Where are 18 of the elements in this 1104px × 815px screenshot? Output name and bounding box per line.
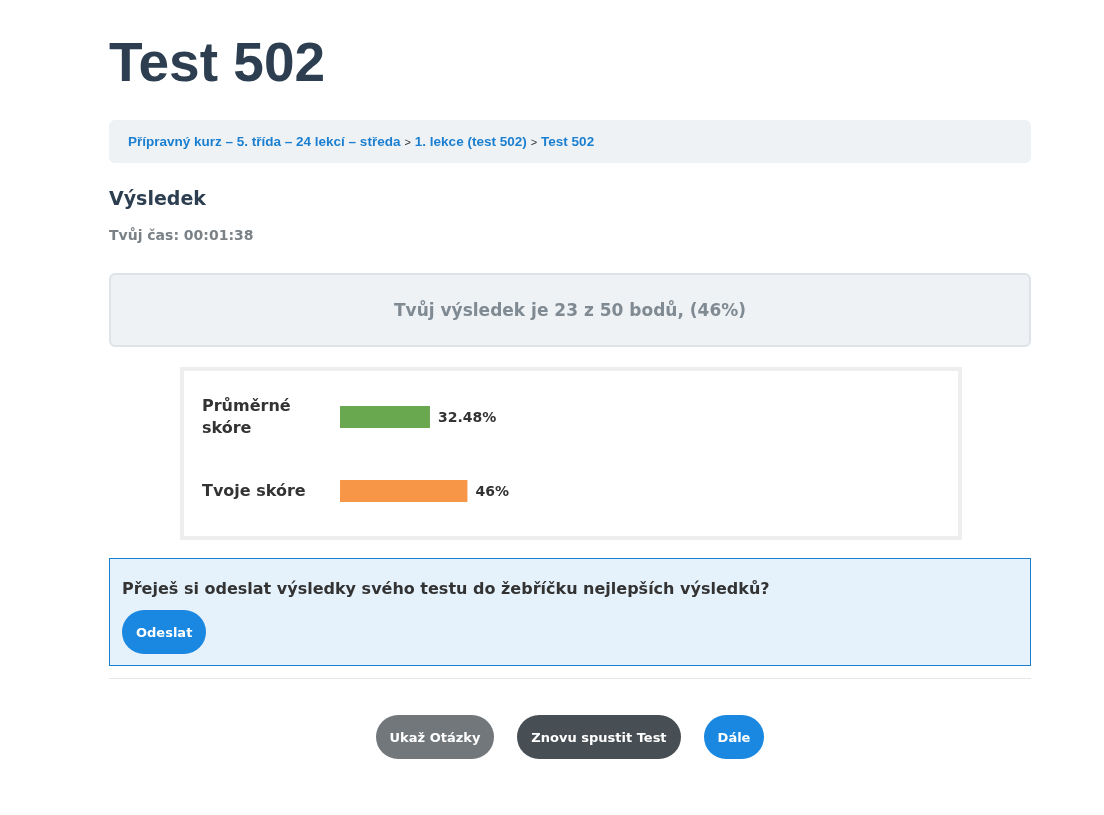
action-button[interactable]: Ukaž Otázky: [375, 715, 495, 759]
action-button[interactable]: Dále: [703, 715, 765, 759]
bar-label: Průměrné skóre: [202, 394, 292, 439]
bar-value: 32.48%: [437, 408, 497, 425]
breadcrumb-separator: >: [404, 135, 411, 148]
bar-value: 46%: [475, 482, 509, 499]
breadcrumb-link[interactable]: Přípravný kurz – 5. třída – 24 lekcí – středa: [128, 134, 401, 149]
breadcrumb-link[interactable]: 1. lekce (test 502): [414, 134, 527, 149]
page-title: Test 502: [109, 30, 327, 94]
breadcrumb-link[interactable]: Test 502: [541, 134, 595, 149]
submit-button[interactable]: Odeslat: [122, 610, 207, 654]
action-button[interactable]: Znovu spustit Test: [517, 715, 681, 759]
bar-label: Tvoje skóre: [202, 479, 307, 502]
section-heading: Výsledek: [109, 187, 207, 209]
leaderboard-question: Přeješ si odeslat výsledky svého testu do žebříčku nejlepších výsledků?: [122, 579, 771, 598]
breadcrumb-separator: >: [530, 135, 538, 148]
score-banner: Tvůj výsledek je 23 z 50 bodů, (46%): [109, 273, 1031, 347]
elapsed-time: Tvůj čas: 00:01:38: [109, 227, 255, 243]
